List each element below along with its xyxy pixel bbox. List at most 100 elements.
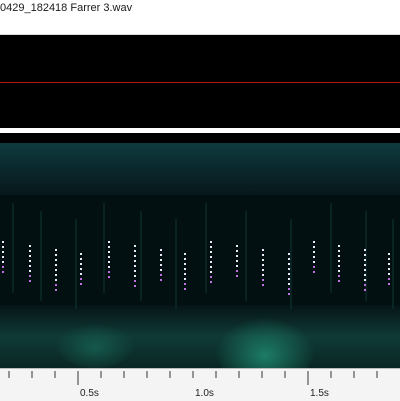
spectrogram-call-dot <box>29 260 31 262</box>
spectrogram-call-dot <box>210 271 212 273</box>
spectrogram-call-dot <box>364 284 366 286</box>
spectrogram-call-dot <box>29 250 31 252</box>
spectrogram-call-dot <box>364 269 366 271</box>
title-bar: 0429_182418 Farrer 3.wav <box>0 0 400 35</box>
spectrogram-call-dot <box>262 284 264 286</box>
spectrogram-call-dot <box>236 255 238 257</box>
spectrogram-call-dot <box>134 265 136 267</box>
spectrogram-call-dot <box>108 241 110 243</box>
spectrogram-call-dot <box>388 263 390 265</box>
spectrogram-call-dot <box>2 261 4 263</box>
spectrogram-call-dot <box>2 256 4 258</box>
spectrogram-call-dot <box>262 274 264 276</box>
spectrogram-call-dot <box>108 276 110 278</box>
waveform-trace <box>0 82 400 83</box>
spectrogram-streak <box>290 219 292 309</box>
spectrogram-call-dot <box>55 254 57 256</box>
spectrogram-call-dot <box>184 283 186 285</box>
spectrogram-call-dot <box>236 260 238 262</box>
spectrogram-call-dot <box>288 263 290 265</box>
spectrogram-call-dot <box>288 258 290 260</box>
waveform-panel[interactable] <box>0 35 400 128</box>
spectrogram-call-dot <box>236 275 238 277</box>
time-axis[interactable]: 0.5s 1.0s 1.5s <box>0 368 400 401</box>
spectrogram-call-dot <box>80 268 82 270</box>
spectrogram-call-dot <box>184 263 186 265</box>
spectrogram-call-dot <box>288 278 290 280</box>
time-axis-label-0-5s: 0.5s <box>80 388 99 399</box>
spectrogram-image <box>0 143 400 368</box>
spectrogram-call-dot <box>338 255 340 257</box>
spectrogram-call-dot <box>184 258 186 260</box>
spectrogram-call-dot <box>364 274 366 276</box>
spectrogram-call-dot <box>184 273 186 275</box>
spectrogram-call-dot <box>262 249 264 251</box>
spectrogram-call-dot <box>388 258 390 260</box>
spectrogram-call-dot <box>80 283 82 285</box>
spectrogram-call-dot <box>313 271 315 273</box>
spectrogram-call-dot <box>364 289 366 291</box>
spectrogram-call-dot <box>55 249 57 251</box>
spectrogram-call-dot <box>29 245 31 247</box>
spectrogram-streak <box>12 203 14 293</box>
spectrogram-call-dot <box>388 278 390 280</box>
spectrogram-call-dot <box>288 293 290 295</box>
spectrogram-call-dot <box>364 264 366 266</box>
spectrogram-call-dot <box>364 279 366 281</box>
spectrogram-call-dot <box>338 250 340 252</box>
spectrogram-call-dot <box>388 253 390 255</box>
spectrogram-call-dot <box>262 269 264 271</box>
spectrogram-call-dot <box>2 241 4 243</box>
spectrogram-call-dot <box>184 278 186 280</box>
spectrogram-call-dot <box>364 259 366 261</box>
spectrogram-streak <box>330 203 332 293</box>
spectrogram-call-dot <box>288 288 290 290</box>
spectrogram-call-dot <box>210 251 212 253</box>
spectrogram-panel[interactable] <box>0 143 400 368</box>
spectrogram-high-band <box>0 143 400 195</box>
spectrogram-call-dot <box>29 270 31 272</box>
spectrogram-call-dot <box>160 264 162 266</box>
spectrogram-call-dot <box>364 249 366 251</box>
spectrogram-call-dot <box>55 279 57 281</box>
spectrogram-call-dot <box>29 265 31 267</box>
spectrogram-call-dot <box>262 264 264 266</box>
spectrogram-call-dot <box>2 251 4 253</box>
spectrogram-call-dot <box>313 251 315 253</box>
spectrogram-call-dot <box>210 276 212 278</box>
spectrogram-call-dot <box>134 285 136 287</box>
spectrogram-call-dot <box>388 273 390 275</box>
file-name-title: 0429_182418 Farrer 3.wav <box>0 2 133 14</box>
spectrogram-call-dot <box>108 261 110 263</box>
spectrogram-call-dot <box>262 279 264 281</box>
spectrogram-call-dot <box>236 245 238 247</box>
time-axis-label-1-5s: 1.5s <box>310 388 329 399</box>
spectrogram-call-dot <box>313 241 315 243</box>
spectrogram-call-dot <box>184 288 186 290</box>
spectrogram-call-dot <box>108 246 110 248</box>
spectrogram-call-dot <box>55 274 57 276</box>
spectrogram-call-dot <box>134 275 136 277</box>
spectrogram-call-dot <box>55 289 57 291</box>
spectrogram-call-dot <box>134 270 136 272</box>
sound-analysis-window: 0429_182418 Farrer 3.wav 0.5s 1.0s 1.5s <box>0 0 400 401</box>
spectrogram-call-dot <box>160 269 162 271</box>
spectrogram-call-dot <box>338 245 340 247</box>
spectrogram-call-dot <box>108 271 110 273</box>
spectrogram-call-dot <box>313 261 315 263</box>
spectrogram-call-dot <box>338 265 340 267</box>
spectrogram-call-dot <box>134 280 136 282</box>
spectrogram-call-dot <box>134 245 136 247</box>
spectrogram-call-dot <box>160 279 162 281</box>
spectrogram-call-dot <box>80 273 82 275</box>
spectrogram-call-dot <box>108 251 110 253</box>
spectrogram-call-dot <box>134 250 136 252</box>
spectrogram-call-dot <box>313 246 315 248</box>
spectrogram-call-dot <box>338 275 340 277</box>
spectrogram-call-dot <box>313 256 315 258</box>
spectrogram-call-dot <box>210 256 212 258</box>
spectrogram-call-dot <box>160 259 162 261</box>
spectrogram-call-dot <box>80 278 82 280</box>
spectrogram-streak <box>40 211 42 301</box>
spectrogram-call-dot <box>55 264 57 266</box>
